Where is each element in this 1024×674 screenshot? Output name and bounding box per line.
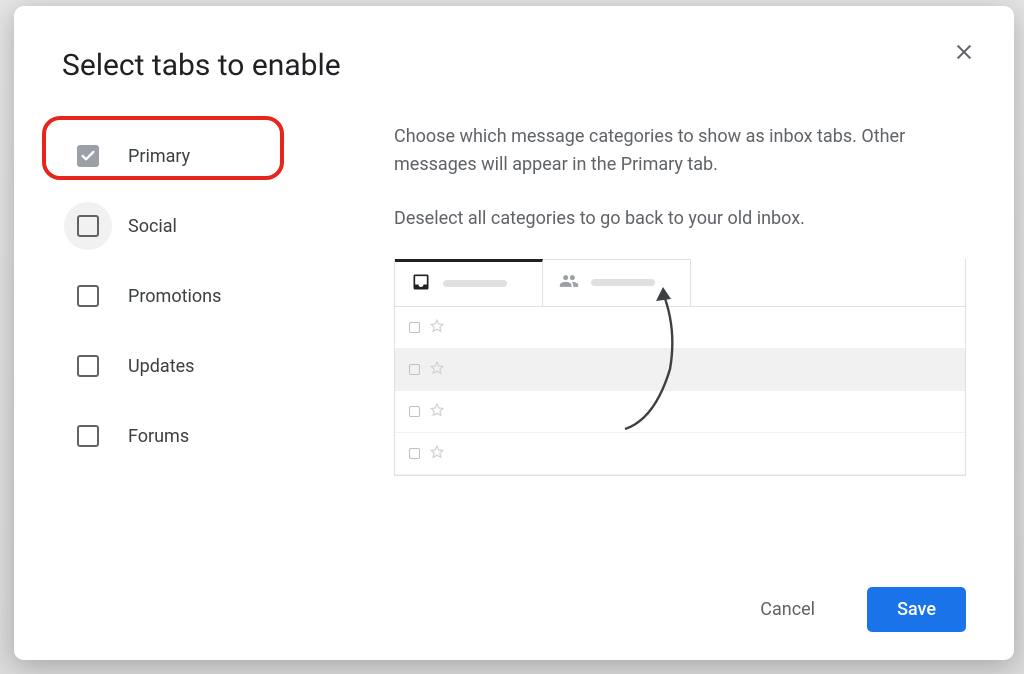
category-label: Social [128,216,177,237]
checkbox-social[interactable] [77,215,99,237]
star-icon [430,318,444,337]
checkmark-icon [80,148,96,164]
category-row-social: Social [62,191,342,261]
checkbox-wrap [64,342,112,390]
mini-checkbox-icon [409,364,420,375]
checkbox-updates[interactable] [77,355,99,377]
placeholder-line [443,280,507,287]
star-icon [430,402,444,421]
description-text-1: Choose which message categories to show … [394,123,966,179]
tabs-settings-dialog: Select tabs to enable Primary Social [14,6,1014,660]
cancel-button[interactable]: Cancel [730,587,845,632]
category-label: Updates [128,356,194,377]
star-icon [430,444,444,463]
close-button[interactable] [946,34,982,70]
checkbox-wrap [64,202,112,250]
checkbox-forums[interactable] [77,425,99,447]
preview-row [395,349,965,391]
mini-checkbox-icon [409,406,420,417]
preview-row [395,391,965,433]
preview-tab-primary [395,259,543,306]
mini-checkbox-icon [409,322,420,333]
checkbox-primary [77,145,99,167]
category-label: Primary [128,146,190,167]
preview-tab-social [543,259,691,306]
mini-checkbox-icon [409,448,420,459]
category-list: Primary Social Promotions Updates [62,121,342,567]
category-row-primary: Primary [62,121,342,191]
people-icon [559,271,579,295]
inbox-icon [411,272,431,296]
preview-tabs [395,259,965,307]
description-panel: Choose which message categories to show … [342,121,966,567]
save-button[interactable]: Save [867,587,966,632]
preview-row [395,433,965,475]
category-label: Promotions [128,286,221,307]
inbox-preview [394,259,966,476]
checkbox-wrap [64,412,112,460]
star-icon [430,360,444,379]
placeholder-line [591,279,655,286]
description-text-2: Deselect all categories to go back to yo… [394,205,966,233]
dialog-title: Select tabs to enable [62,48,966,83]
dialog-content: Primary Social Promotions Updates [62,121,966,567]
checkbox-promotions[interactable] [77,285,99,307]
checkbox-wrap [64,132,112,180]
category-row-updates: Updates [62,331,342,401]
category-row-promotions: Promotions [62,261,342,331]
close-icon [953,41,975,63]
preview-row [395,307,965,349]
category-label: Forums [128,426,189,447]
category-row-forums: Forums [62,401,342,471]
preview-rows [395,307,965,475]
dialog-actions: Cancel Save [62,567,966,632]
checkbox-wrap [64,272,112,320]
